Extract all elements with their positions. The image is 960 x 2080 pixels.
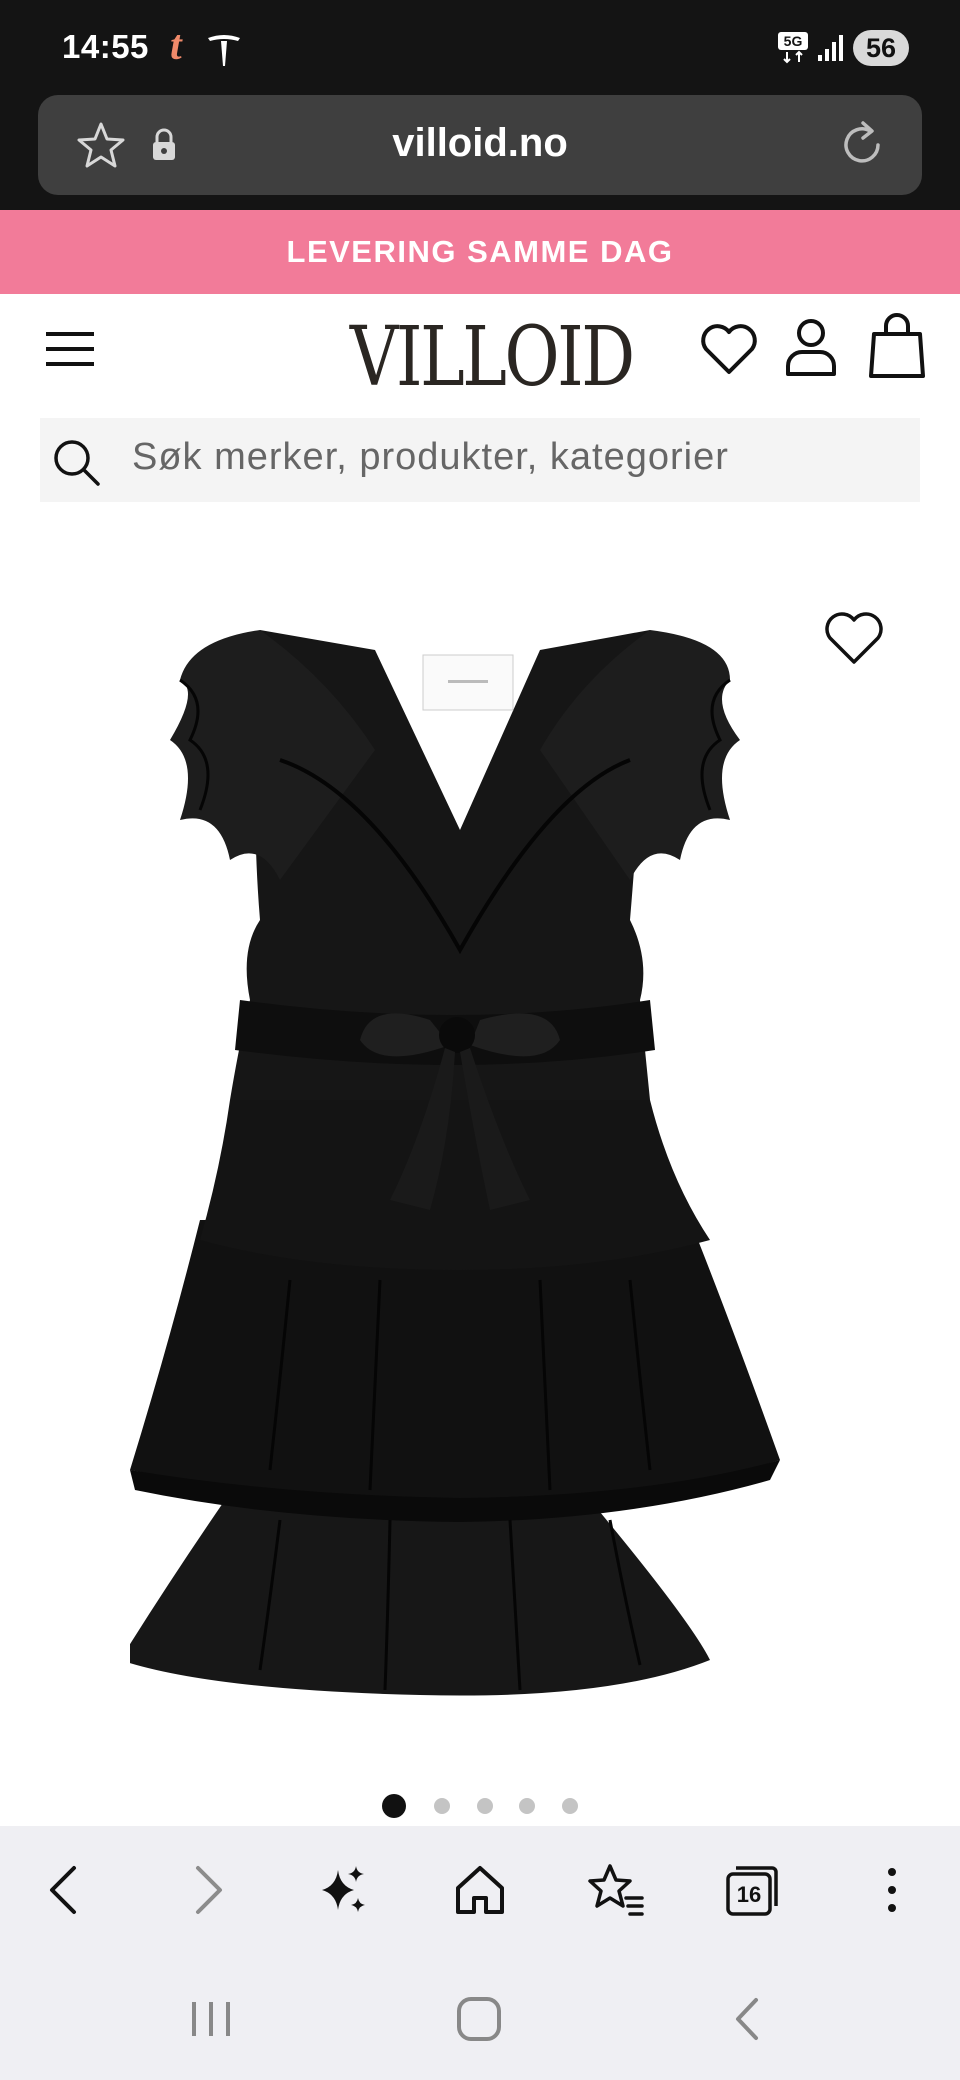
network-5g-icon: 5G bbox=[778, 32, 808, 64]
browser-chrome: villoid.no bbox=[0, 95, 960, 210]
carousel-dots bbox=[0, 1794, 960, 1828]
recents-icon[interactable] bbox=[186, 1994, 236, 2044]
carousel-dot-2[interactable] bbox=[434, 1798, 450, 1814]
tab-count: 16 bbox=[737, 1882, 761, 1907]
carousel-dot-1[interactable] bbox=[382, 1794, 406, 1818]
browser-toolbar: 16 bbox=[0, 1826, 960, 1956]
product-image[interactable] bbox=[130, 620, 830, 1720]
system-nav-bar bbox=[0, 1956, 960, 2080]
network-label: 5G bbox=[784, 33, 803, 49]
home-circle-icon[interactable] bbox=[454, 1994, 504, 2044]
shopping-bag-icon[interactable] bbox=[866, 312, 928, 380]
carousel-dot-3[interactable] bbox=[477, 1798, 493, 1814]
tv2-app-icon: t bbox=[170, 23, 182, 69]
status-time: 14:55 bbox=[62, 28, 149, 65]
status-bar: 14:55 t 5G 56 bbox=[0, 0, 960, 95]
forward-icon[interactable] bbox=[176, 1860, 236, 1920]
reload-icon[interactable] bbox=[834, 117, 890, 173]
carousel-dot-5[interactable] bbox=[562, 1798, 578, 1814]
tabs-icon[interactable]: 16 bbox=[722, 1860, 782, 1920]
menu-icon[interactable] bbox=[44, 328, 96, 370]
back-icon[interactable] bbox=[36, 1860, 96, 1920]
heart-icon[interactable] bbox=[698, 320, 760, 378]
promo-text: LEVERING SAMME DAG bbox=[286, 234, 674, 269]
home-icon[interactable] bbox=[450, 1860, 510, 1920]
more-icon[interactable] bbox=[862, 1860, 922, 1920]
wishlist-heart-icon[interactable] bbox=[822, 608, 886, 668]
battery-badge: 56 bbox=[853, 30, 909, 66]
sparkle-icon[interactable] bbox=[312, 1860, 372, 1920]
signal-icon bbox=[818, 35, 843, 61]
site-logo[interactable]: VILLOID bbox=[350, 310, 635, 405]
page: 14:55 t 5G 56 villoid.no LEVERING SAMME … bbox=[0, 0, 960, 2080]
search-input[interactable]: Søk merker, produkter, kategorier bbox=[40, 418, 920, 502]
tesla-icon bbox=[208, 35, 240, 66]
promo-banner[interactable]: LEVERING SAMME DAG bbox=[0, 210, 960, 294]
bookmarks-icon[interactable] bbox=[586, 1860, 646, 1920]
url-bar[interactable]: villoid.no bbox=[38, 95, 922, 195]
url-text[interactable]: villoid.no bbox=[38, 121, 922, 166]
search-icon bbox=[54, 440, 100, 486]
user-icon[interactable] bbox=[784, 316, 838, 378]
search-placeholder: Søk merker, produkter, kategorier bbox=[132, 436, 729, 478]
carousel-dot-4[interactable] bbox=[519, 1798, 535, 1814]
system-back-icon[interactable] bbox=[724, 1994, 774, 2044]
site-header: VILLOID bbox=[0, 294, 960, 414]
